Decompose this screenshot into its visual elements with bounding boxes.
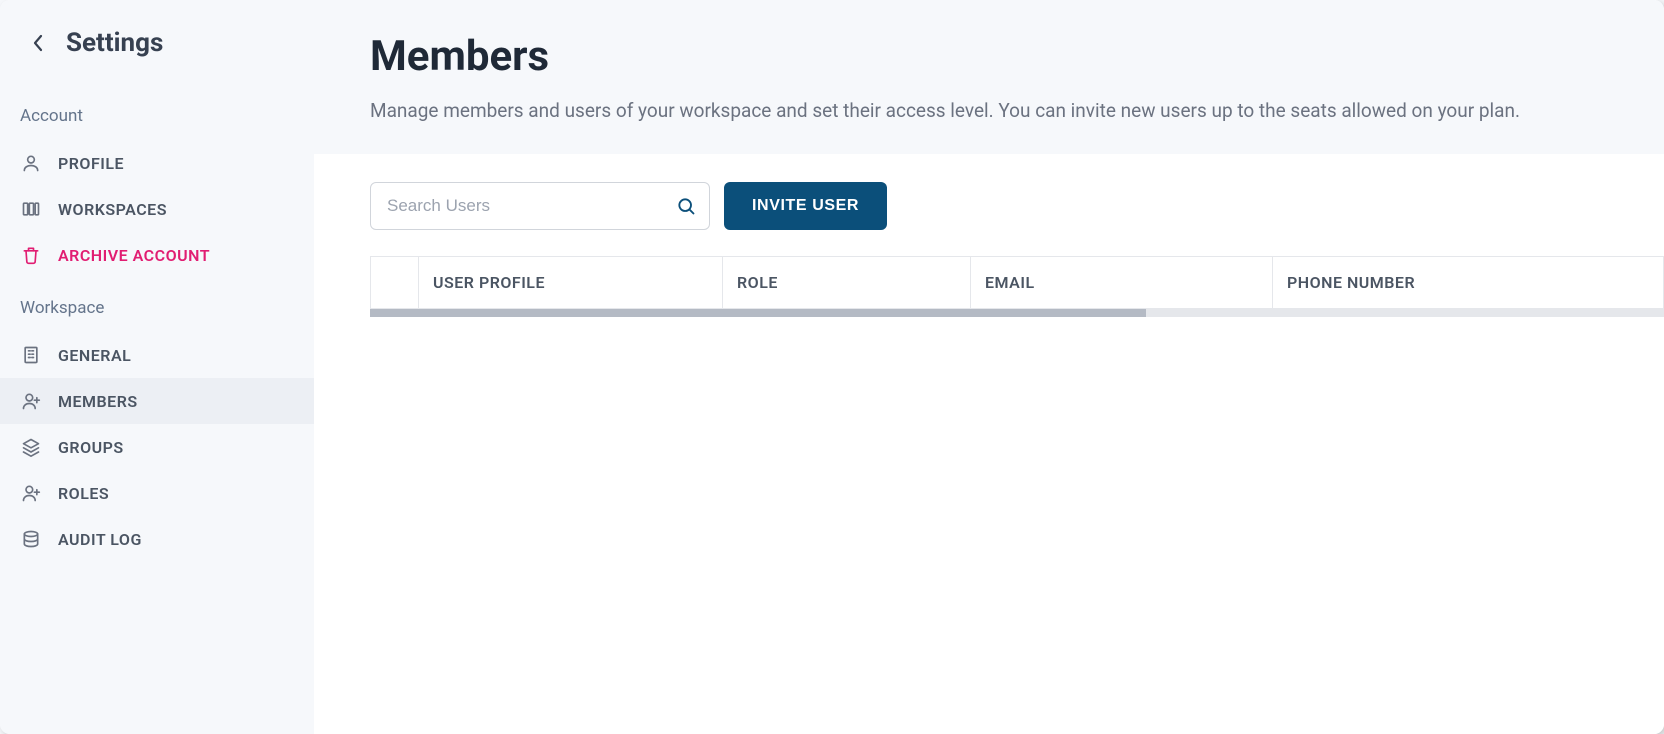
building-icon [20, 344, 42, 366]
search-wrapper [370, 182, 710, 230]
back-button[interactable] [28, 33, 48, 53]
column-header-phone-number[interactable]: PHONE NUMBER [1272, 256, 1664, 309]
database-icon [20, 528, 42, 550]
search-icon[interactable] [674, 194, 698, 218]
sidebar-item-label: WORKSPACES [58, 200, 167, 219]
column-header-checkbox[interactable] [370, 256, 418, 309]
column-header-email[interactable]: EMAIL [970, 256, 1272, 309]
sidebar-item-workspaces[interactable]: WORKSPACES [0, 186, 314, 232]
page-description: Manage members and users of your workspa… [370, 97, 1570, 126]
main-content: Members Manage members and users of your… [314, 0, 1664, 734]
sidebar-item-label: ARCHIVE ACCOUNT [58, 246, 210, 265]
sidebar-item-label: PROFILE [58, 154, 124, 173]
horizontal-scrollbar[interactable] [370, 309, 1664, 317]
main-header: Members Manage members and users of your… [314, 0, 1664, 154]
settings-title: Settings [66, 28, 163, 58]
invite-user-button[interactable]: INVITE USER [724, 182, 887, 230]
sidebar-item-label: ROLES [58, 484, 109, 503]
sidebar-section-title-account: Account [0, 96, 314, 140]
scrollbar-thumb[interactable] [370, 309, 1146, 317]
sidebar-item-audit-log[interactable]: AUDIT LOG [0, 516, 314, 562]
table-header-row: USER PROFILE ROLE EMAIL PHONE NUMBER [370, 256, 1664, 309]
members-table: USER PROFILE ROLE EMAIL PHONE NUMBER [370, 256, 1664, 309]
column-header-role[interactable]: ROLE [722, 256, 970, 309]
toolbar: INVITE USER [314, 182, 1664, 256]
layers-icon [20, 436, 42, 458]
sidebar-item-label: MEMBERS [58, 392, 138, 411]
sidebar-item-label: AUDIT LOG [58, 530, 142, 549]
chevron-left-icon [32, 34, 44, 52]
sidebar-section-account: Account PROFILE WORKSPACES [0, 86, 314, 278]
sidebar-item-profile[interactable]: PROFILE [0, 140, 314, 186]
search-input[interactable] [370, 182, 710, 230]
user-icon [20, 152, 42, 174]
columns-icon [20, 198, 42, 220]
sidebar-item-general[interactable]: GENERAL [0, 332, 314, 378]
sidebar-item-label: GENERAL [58, 346, 131, 365]
sidebar-item-label: GROUPS [58, 438, 124, 457]
user-plus-icon [20, 482, 42, 504]
trash-icon [20, 244, 42, 266]
page-title: Members [370, 32, 1608, 81]
sidebar: Settings Account PROFILE WORKSPAC [0, 0, 314, 734]
sidebar-item-roles[interactable]: ROLES [0, 470, 314, 516]
column-header-user-profile[interactable]: USER PROFILE [418, 256, 722, 309]
user-plus-icon [20, 390, 42, 412]
sidebar-section-title-workspace: Workspace [0, 288, 314, 332]
main-body: INVITE USER USER PROFILE ROLE EMAIL PHON… [314, 154, 1664, 734]
app-container: Settings Account PROFILE WORKSPAC [0, 0, 1664, 734]
members-table-container: USER PROFILE ROLE EMAIL PHONE NUMBER [314, 256, 1664, 317]
sidebar-item-members[interactable]: MEMBERS [0, 378, 314, 424]
sidebar-header: Settings [0, 28, 314, 86]
sidebar-item-groups[interactable]: GROUPS [0, 424, 314, 470]
sidebar-section-workspace: Workspace GENERAL MEMBERS [0, 278, 314, 562]
sidebar-item-archive-account[interactable]: ARCHIVE ACCOUNT [0, 232, 314, 278]
